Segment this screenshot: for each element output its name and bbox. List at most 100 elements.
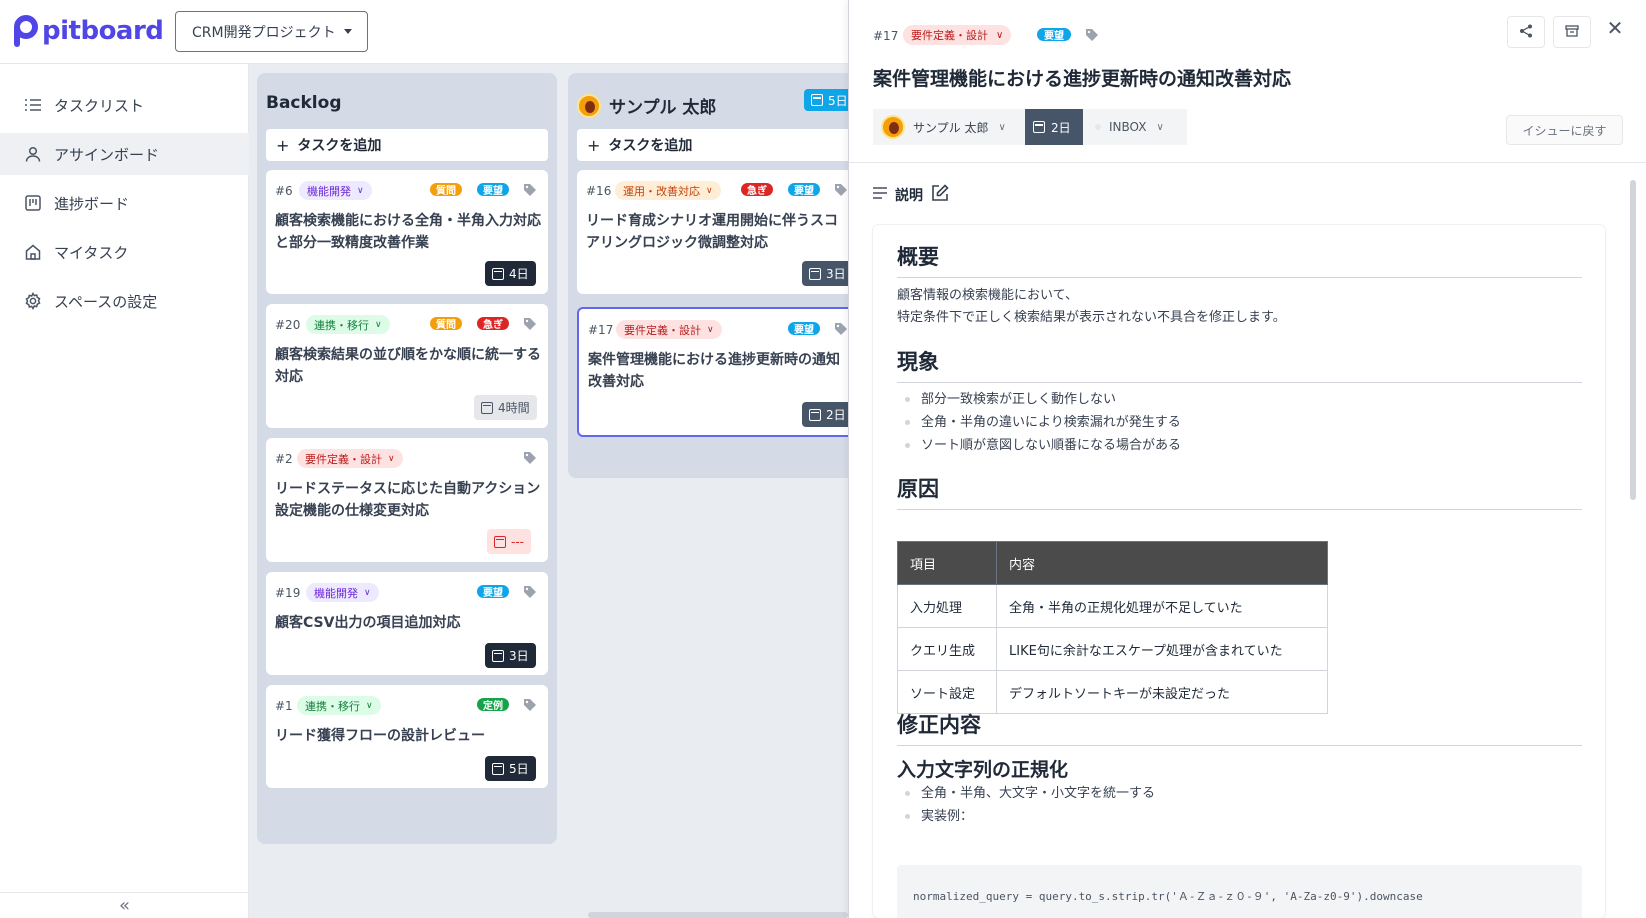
tag-icon[interactable] <box>834 321 848 335</box>
category-dropdown[interactable]: 機能開発 ∨ <box>299 181 372 200</box>
return-to-issue-button[interactable]: イシューに戻す <box>1506 115 1623 145</box>
chevron-down-icon: ∨ <box>1156 121 1164 133</box>
assignee-dropdown[interactable]: サンプル 太郎 ∨ <box>873 109 1025 145</box>
heading-overview: 概要 <box>897 245 939 269</box>
due-badge[interactable]: 4時間 <box>474 395 537 420</box>
task-card[interactable]: #6 機能開発 ∨ 質問 要望 顧客検索機能における全角・半角入力対応 と部分一致精… <box>266 170 548 294</box>
list-item: 全角・半角、大文字・小文字を統一する <box>903 782 1155 805</box>
category-label: 要件定義・設計 <box>911 29 988 42</box>
category-dropdown[interactable]: 要件定義・設計 ∨ <box>903 25 1012 45</box>
plus-icon: + <box>276 135 290 155</box>
board-horizontal-scrollbar[interactable] <box>588 912 848 918</box>
add-task-button[interactable]: + タスクを追加 <box>266 129 548 161</box>
category-dropdown[interactable]: 要件定義・設計 ∨ <box>297 449 403 468</box>
task-number: #20 <box>275 318 301 332</box>
share-button[interactable] <box>1507 16 1545 48</box>
task-title: 案件管理機能における進捗更新時の通知 改善対応 <box>588 352 840 390</box>
status-dropdown[interactable]: INBOX ∨ <box>1083 109 1187 145</box>
add-task-button[interactable]: + タスクを追加 <box>577 129 858 161</box>
task-number: #16 <box>586 184 612 198</box>
assignee-name: サンプル 太郎 <box>913 120 989 135</box>
logo-text: pitboard <box>42 16 164 46</box>
sidebar-item-task-list[interactable]: タスクリスト <box>0 84 249 126</box>
task-title: リードステータスに応じた自動アクション 設定機能の仕様変更対応 <box>275 481 541 519</box>
category-dropdown[interactable]: 連携・移行 ∨ <box>297 696 381 715</box>
category-label: 連携・移行 <box>314 318 369 332</box>
estimate-button[interactable]: 2日 <box>1025 109 1083 145</box>
due-badge[interactable]: 5日 <box>485 756 536 781</box>
sidebar-item-assign-board[interactable]: アサインボード <box>0 133 249 175</box>
category-label: 運用・改善対応 <box>623 184 700 198</box>
category-dropdown[interactable]: 連携・移行 ∨ <box>306 315 390 334</box>
project-select[interactable]: CRM開発プロジェクト <box>175 11 368 52</box>
calendar-icon <box>494 535 506 548</box>
label-pill: 急ぎ <box>477 317 509 331</box>
panel-scrollbar[interactable] <box>1629 178 1637 918</box>
double-chevron-left-icon: « <box>118 895 130 916</box>
board-column-backlog: Backlog + タスクを追加 #6 機能開発 ∨ 質問 要望 顧客検索機能にお… <box>257 73 557 844</box>
due-badge[interactable]: 4日 <box>485 261 536 286</box>
category-dropdown[interactable]: 機能開発 ∨ <box>306 583 379 602</box>
scrollbar-thumb[interactable] <box>1630 180 1636 500</box>
task-title: リード獲得フローの設計レビュー <box>275 728 485 744</box>
calendar-icon <box>1033 121 1045 133</box>
category-dropdown[interactable]: 運用・改善対応 ∨ <box>615 181 721 200</box>
symptom-list: 部分一致検索が正しく動作しない 全角・半角の違いにより検索漏れが発生する ソート… <box>903 388 1181 457</box>
tag-icon[interactable] <box>523 182 537 196</box>
task-card[interactable]: #16 運用・改善対応 ∨ 急ぎ 要望 リード育成シナリオ運用開始に伴うスコ アリン… <box>577 170 858 294</box>
tag-icon[interactable] <box>523 697 537 711</box>
overview-line-1: 顧客情報の検索機能において、 <box>897 288 1078 303</box>
due-badge[interactable]: 2日 <box>802 402 853 427</box>
sidebar-item-my-tasks[interactable]: マイタスク <box>0 231 249 273</box>
task-card[interactable]: #2 要件定義・設計 ∨ リードステータスに応じた自動アクション 設定機能の仕様変更… <box>266 438 548 562</box>
task-title: リード育成シナリオ運用開始に伴うスコ アリングロジック微調整対応 <box>586 213 838 251</box>
label-pill: 定例 <box>477 698 509 712</box>
due-badge[interactable]: 3日 <box>802 261 853 286</box>
table-row: ソート設定 デフォルトソートキーが未設定だった <box>897 670 1328 714</box>
description-label: 説明 <box>873 184 949 206</box>
task-number: #17 <box>588 323 614 337</box>
task-card[interactable]: #1 連携・移行 ∨ 定例 リード獲得フローの設計レビュー 5日 <box>266 685 548 788</box>
task-card-selected[interactable]: #17 要件定義・設計 ∨ 要望 案件管理機能における進捗更新時の通知 改善対応 2… <box>577 307 858 437</box>
category-dropdown[interactable]: 要件定義・設計 ∨ <box>616 320 722 339</box>
sidebar-item-label: マイタスク <box>54 243 129 262</box>
task-number: #6 <box>275 184 293 198</box>
add-task-label: タスクを追加 <box>608 138 693 154</box>
archive-button[interactable] <box>1553 16 1591 48</box>
table-header: 項目 <box>897 541 997 585</box>
tag-icon[interactable] <box>523 450 537 464</box>
board-column-sample-taro: サンプル 太郎 5日 + タスクを追加 #16 運用・改善対応 ∨ 急ぎ 要望 リ… <box>568 73 858 478</box>
tag-icon[interactable] <box>834 182 848 196</box>
cause-table: 項目 内容 入力処理 全角・半角の正規化処理が不足していた クエリ生成 LIKE句に… <box>897 541 1328 714</box>
calendar-icon <box>481 401 493 414</box>
task-number: #19 <box>275 586 301 600</box>
column-title: サンプル 太郎 <box>577 93 716 118</box>
heading-divider <box>897 745 1582 746</box>
collapse-sidebar-button[interactable]: « <box>0 892 249 918</box>
tag-icon[interactable] <box>523 584 537 598</box>
task-card[interactable]: #19 機能開発 ∨ 要望 顧客CSV出力の項目追加対応 3日 <box>266 572 548 675</box>
tag-icon[interactable] <box>1085 27 1099 41</box>
task-card[interactable]: #20 連携・移行 ∨ 質問 急ぎ 顧客検索結果の並び順をかな順に統一する 対応 4… <box>266 304 548 428</box>
gear-icon <box>24 292 42 310</box>
sidebar-item-progress-board[interactable]: 進捗ボード <box>0 182 249 224</box>
close-button[interactable]: ✕ <box>1603 16 1627 40</box>
chevron-down-icon: ∨ <box>388 453 395 464</box>
sidebar-item-space-settings[interactable]: スペースの設定 <box>0 280 249 322</box>
due-badge[interactable]: 3日 <box>485 643 536 668</box>
task-number: #1 <box>275 699 293 713</box>
list-icon <box>24 96 42 114</box>
due-badge[interactable]: --- <box>487 529 531 554</box>
label-pill: 要望 <box>1037 28 1071 42</box>
table-header: 内容 <box>996 541 1328 585</box>
category-label: 連携・移行 <box>305 699 360 713</box>
heading-normalize: 入力文字列の正規化 <box>897 759 1069 781</box>
calendar-icon <box>809 267 821 280</box>
chevron-down-icon: ∨ <box>996 29 1004 41</box>
edit-icon[interactable] <box>931 184 949 206</box>
category-label: 要件定義・設計 <box>305 452 382 466</box>
chevron-down-icon: ∨ <box>706 185 713 196</box>
heading-symptom: 現象 <box>897 350 939 374</box>
pitboard-logo[interactable]: pitboard <box>12 15 164 47</box>
tag-icon[interactable] <box>523 316 537 330</box>
